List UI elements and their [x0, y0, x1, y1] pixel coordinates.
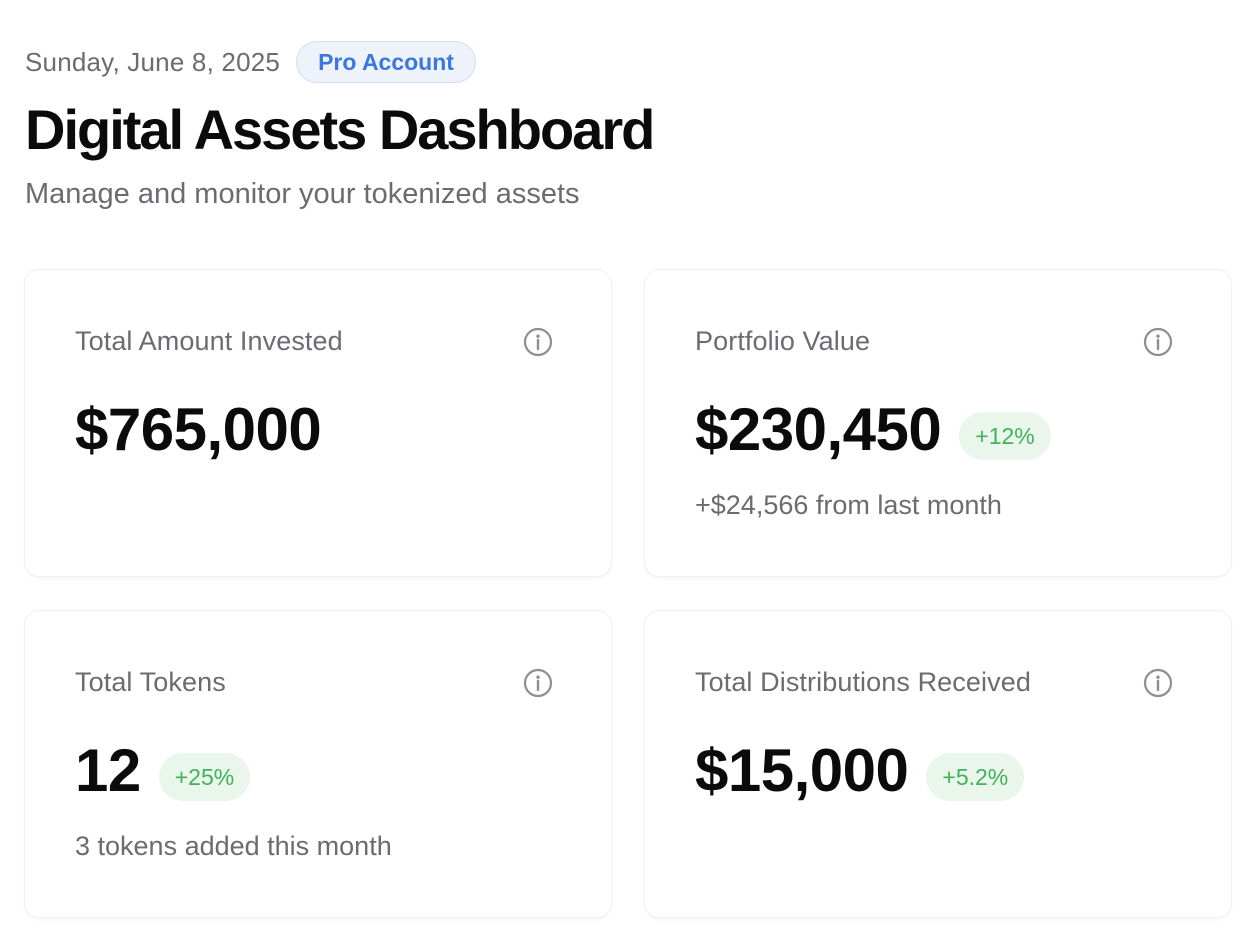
change-badge: +25% [158, 753, 251, 801]
page-subtitle: Manage and monitor your tokenized assets [25, 178, 580, 210]
card-label: Total Distributions Received [695, 667, 1031, 697]
info-icon[interactable] [523, 327, 553, 357]
date-row: Sunday, June 8, 2025 Pro Account [25, 40, 1215, 84]
card-label: Portfolio Value [695, 326, 871, 356]
change-badge: +12% [959, 412, 1051, 460]
total-distributions-card: Total Distributions Received $15,000 +5.… [645, 611, 1231, 917]
value-row: $230,450 +12% [695, 392, 1051, 468]
total-amount-invested-card: Total Amount Invested $765,000 [25, 270, 611, 576]
value-row: $15,000 +5.2% [695, 733, 1025, 809]
value-row: $765,000 [75, 392, 322, 468]
card-value: $15,000 [695, 737, 909, 804]
value-row: 12 +25% [75, 733, 251, 809]
total-tokens-card: Total Tokens 12 +25% 3 tokens added this… [25, 611, 611, 917]
account-badge: Pro Account [296, 41, 476, 83]
card-value: $230,450 [695, 396, 942, 463]
card-label: Total Amount Invested [75, 326, 343, 356]
info-icon[interactable] [1143, 327, 1173, 357]
page-title: Digital Assets Dashboard [25, 98, 655, 161]
card-note: +$24,566 from last month [695, 490, 1002, 520]
card-value: 12 [75, 737, 141, 804]
card-value: $765,000 [75, 396, 322, 463]
card-note: 3 tokens added this month [75, 831, 392, 861]
page-header: Sunday, June 8, 2025 Pro Account Digital… [25, 40, 1215, 212]
info-icon[interactable] [523, 668, 553, 698]
card-label: Total Tokens [75, 667, 226, 697]
change-badge: +5.2% [926, 753, 1025, 801]
portfolio-value-card: Portfolio Value $230,450 +12% +$24,566 f… [645, 270, 1231, 576]
info-icon[interactable] [1143, 668, 1173, 698]
current-date: Sunday, June 8, 2025 [25, 46, 281, 77]
